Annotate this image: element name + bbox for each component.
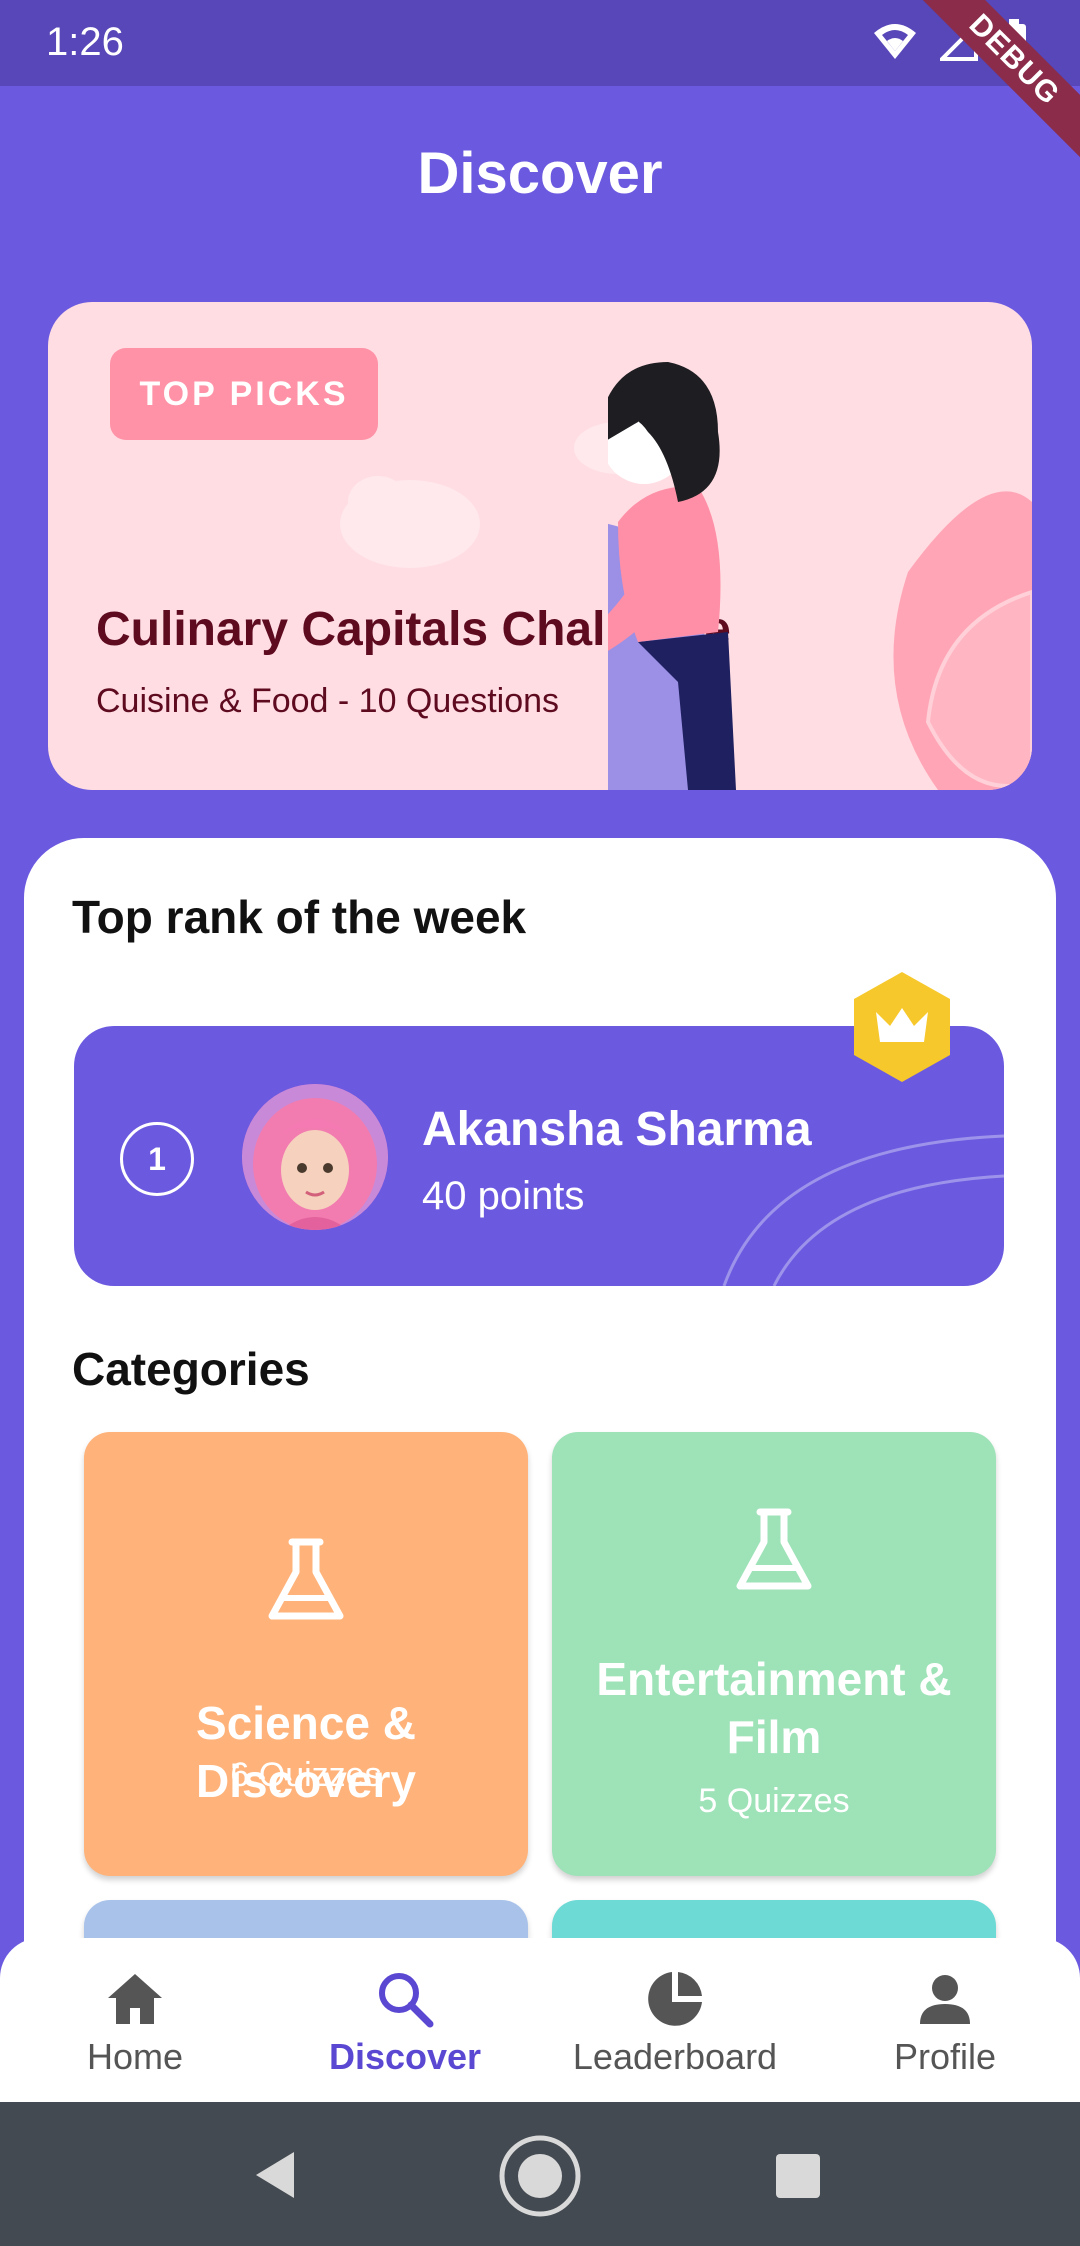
status-bar: 1:26 76 DEBUG	[0, 0, 1080, 168]
home-icon	[108, 1974, 162, 2024]
nav-leaderboard[interactable]: Leaderboard	[540, 1938, 810, 2102]
nav-label: Discover	[328, 2036, 482, 2077]
avatar	[242, 1084, 388, 1230]
nav-label: Profile	[893, 2036, 997, 2077]
crown-icon	[854, 972, 950, 1082]
nav-discover[interactable]: Discover	[270, 1938, 540, 2102]
category-card-science[interactable]: Science & Discovery 6 Quizzes	[84, 1432, 528, 1876]
wifi-icon	[874, 24, 916, 59]
category-card-entertainment[interactable]: Entertainment & Film 5 Quizzes	[552, 1432, 996, 1876]
nav-label: Home	[86, 2036, 184, 2077]
home-circle-icon[interactable]	[496, 2132, 584, 2220]
nav-profile[interactable]: Profile	[810, 1938, 1080, 2102]
category-count: 6 Quizzes	[230, 1756, 382, 1794]
system-navigation-bar	[0, 2102, 1080, 2246]
flask-icon	[268, 1538, 344, 1620]
rank-number: 1	[120, 1122, 194, 1196]
top-rank-heading: Top rank of the week	[72, 891, 527, 943]
top-picks-badge: TOP PICKS	[110, 348, 378, 440]
categories-heading: Categories	[72, 1343, 310, 1395]
recents-icon[interactable]	[774, 2152, 822, 2200]
top-rank-points: 40 points	[422, 1174, 585, 1218]
featured-quiz-subtitle: Cuisine & Food - 10 Questions	[96, 682, 560, 720]
pie-chart-icon	[648, 1972, 702, 2026]
category-count: 5 Quizzes	[698, 1782, 850, 1820]
person-icon	[920, 1975, 970, 2024]
back-icon[interactable]	[250, 2148, 300, 2202]
girl-riding-bird-illustration	[608, 362, 1032, 790]
top-rank-name: Akansha Sharma	[422, 1103, 812, 1156]
page-title: Discover	[417, 141, 663, 206]
nav-home[interactable]: Home	[0, 1938, 270, 2102]
bottom-navigation: Home Discover Leaderboard Profile	[0, 1938, 1080, 2102]
main-panel: Top rank of the week 1 Akansha Sharma 40…	[24, 838, 1056, 2118]
flask-icon	[736, 1508, 812, 1590]
featured-quiz-card[interactable]: TOP PICKS Culinary Capitals Challenge Cu…	[48, 302, 1032, 790]
search-icon	[379, 1973, 434, 2028]
status-time: 1:26	[46, 20, 124, 64]
nav-label: Leaderboard	[572, 2036, 778, 2077]
category-name: Entertainment & Film	[596, 1653, 952, 1763]
